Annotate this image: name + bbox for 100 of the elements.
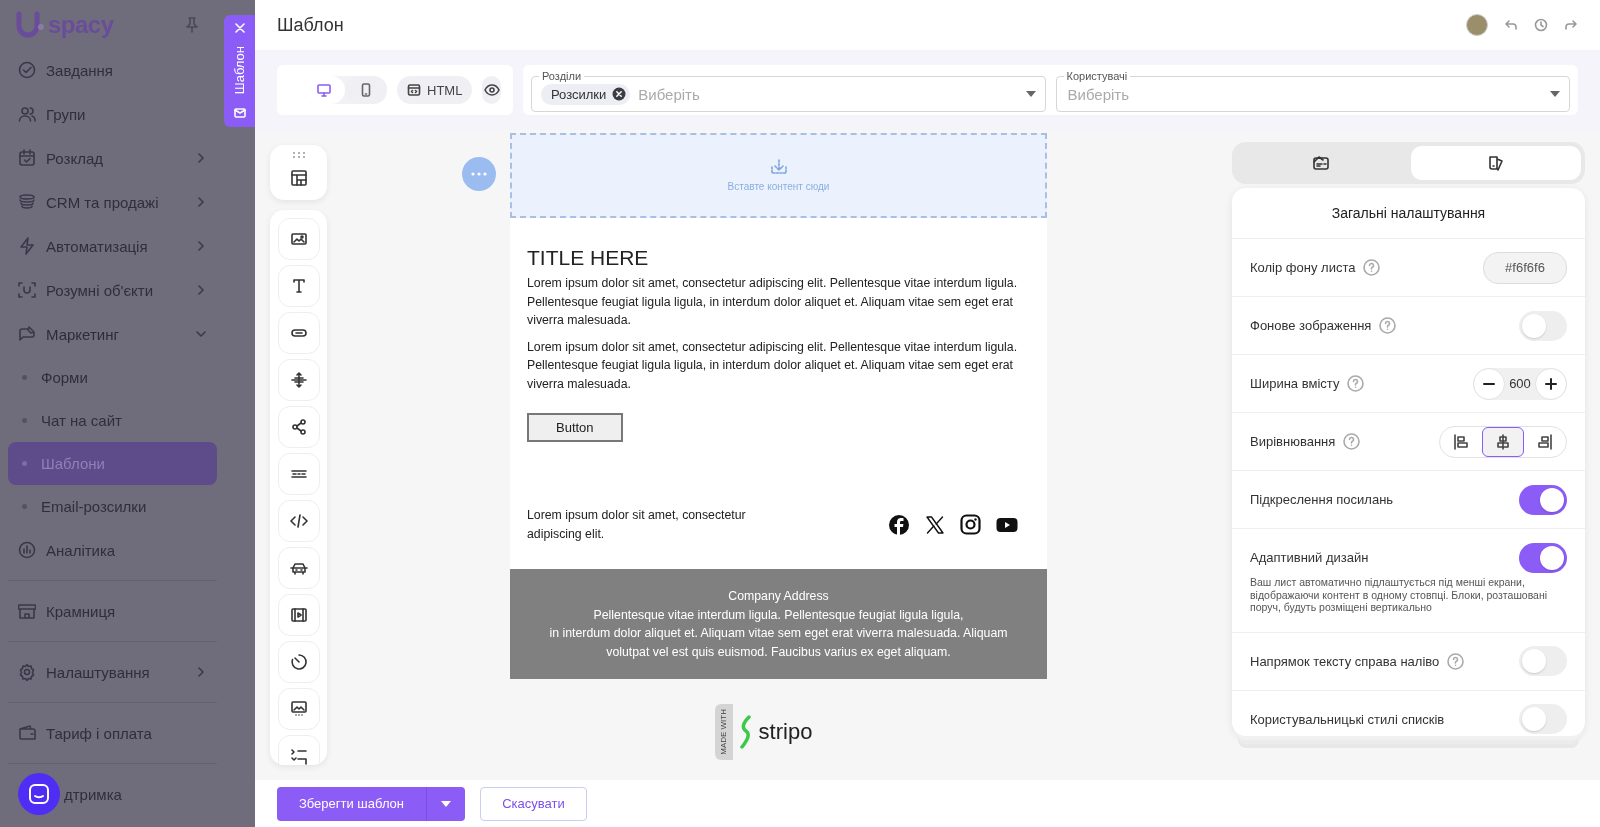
scan-frame-icon — [18, 281, 36, 299]
block-button[interactable] — [277, 547, 320, 589]
gallery-icon — [289, 700, 308, 718]
toggle-switch[interactable] — [1519, 542, 1567, 573]
setting-label: Напрямок тексту справа наліво — [1250, 653, 1440, 669]
sidebar-item[interactable]: Тариф і оплата — [8, 711, 217, 755]
block-button[interactable] — [277, 359, 320, 401]
field-label: Користувачі — [1063, 69, 1131, 83]
camera-icon[interactable] — [960, 514, 981, 535]
redo-icon[interactable] — [1564, 18, 1578, 32]
sidebar-item[interactable]: Аналітика — [8, 528, 217, 572]
layout-icon — [289, 169, 308, 187]
decrease-button[interactable] — [1473, 367, 1505, 400]
block-button[interactable] — [277, 641, 320, 683]
menu-label: Розумні об'єкти — [46, 281, 154, 299]
envelope-icon — [233, 107, 246, 119]
facebook-icon[interactable] — [888, 513, 910, 536]
email-title: TITLE HERE — [527, 246, 650, 270]
email-button[interactable]: Button — [527, 413, 623, 442]
eye-icon — [483, 82, 500, 98]
preview-button[interactable] — [482, 76, 501, 104]
people-icon — [18, 105, 36, 123]
chat-icon — [28, 783, 50, 805]
dropdown-caret-icon — [1550, 91, 1560, 97]
lightning-icon — [18, 237, 36, 255]
play-icon[interactable] — [996, 516, 1018, 533]
setting-label: Вирівнювання — [1250, 434, 1336, 449]
sidebar-item[interactable]: Автоматизація — [8, 224, 217, 268]
block-button[interactable] — [277, 218, 320, 260]
block-button[interactable] — [277, 735, 320, 765]
code-window-icon — [407, 83, 421, 97]
code-icon — [289, 512, 308, 530]
submenu-item[interactable]: Чат на сайт — [8, 399, 217, 442]
sidebar-item[interactable]: Крамниця — [8, 589, 217, 633]
badge-caption: MADE WITH — [719, 709, 729, 755]
block-button[interactable] — [277, 688, 320, 730]
wallet-icon — [18, 724, 36, 742]
submenu-item[interactable]: Email-розсилки — [8, 485, 217, 528]
made-with-badge[interactable]: MADE WITH stripo — [714, 704, 813, 760]
tag-chip[interactable]: Розсилки — [541, 83, 631, 105]
sidebar-item[interactable]: Розумні об'єкти — [8, 268, 217, 312]
menu-label: Тариф і оплата — [46, 724, 152, 742]
menu-label: Аналітика — [46, 541, 116, 559]
chat-edit-icon — [18, 325, 36, 343]
sidebar-item[interactable]: Розклад — [8, 136, 217, 180]
sidebar-item[interactable]: Маркетинг — [8, 312, 217, 356]
history-icon[interactable] — [1534, 18, 1548, 32]
menu-label: Автоматизація — [46, 237, 148, 255]
toggle-switch[interactable] — [1519, 484, 1567, 515]
sidebar-item[interactable]: Налаштування — [8, 650, 217, 694]
increase-button[interactable] — [1535, 367, 1567, 400]
menu-label: дтримка — [64, 785, 122, 803]
toggle-switch[interactable] — [1519, 310, 1567, 341]
remove-icon — [612, 87, 627, 101]
drop-zone[interactable]: Вставте контент сюди — [510, 133, 1047, 218]
select-input[interactable]: Виберіть — [636, 84, 1020, 104]
email-paragraph: Lorem ipsum dolor sit amet, consectetur adipiscing elit. Pellentesque vitae interdum ligula. Pellentesque feugiat ligula ligula, in interdum dolor aliquet et. Aliquam vitae sem eget erat viverra malesuada. — [527, 338, 1019, 393]
html-button[interactable]: HTML — [397, 76, 473, 104]
align-button[interactable] — [1482, 426, 1524, 457]
menu-label: Групи — [46, 105, 86, 123]
toggle-switch[interactable] — [1519, 704, 1567, 734]
block-button[interactable] — [277, 453, 320, 495]
brand-name: stripo — [758, 719, 813, 745]
sidebar-item[interactable]: Завдання — [8, 48, 217, 92]
setting-description: Ваш лист автоматично підлаштується під менші екрани, відображаючи контент в одному стовпці. Блоки, розташовані поруч, будуть розміщені вертикально — [1250, 576, 1549, 614]
align-right-icon — [1536, 432, 1554, 451]
close-icon — [234, 23, 245, 33]
page-title: Шаблон — [277, 14, 344, 36]
submenu-item[interactable]: Форми — [8, 356, 217, 399]
gear-icon — [18, 663, 36, 681]
setting-label: Підкреслення посилань — [1250, 492, 1394, 507]
menu-label: Налаштування — [46, 663, 150, 681]
image-icon — [289, 230, 308, 248]
sidebar-item[interactable]: Групи — [8, 92, 217, 136]
width-value: 600 — [1508, 376, 1532, 391]
align-left-icon — [1452, 432, 1470, 451]
sidebar-item[interactable]: CRM та продажі — [8, 180, 217, 224]
save-button[interactable]: Зберегти шаблон — [277, 786, 426, 821]
block-button[interactable] — [277, 406, 320, 448]
settings-title: Загальні налаштування — [1232, 188, 1585, 239]
x-logo-icon[interactable] — [925, 514, 945, 535]
caret-icon — [441, 800, 451, 807]
side-tab[interactable]: Шаблон — [224, 15, 255, 127]
sidebar-item[interactable]: дтримка — [8, 772, 217, 816]
setting-label: Фонове зображення — [1250, 318, 1372, 333]
bullet-icon — [22, 504, 27, 509]
color-field[interactable]: #f6f6f6 — [1483, 251, 1567, 284]
save-options-button[interactable] — [426, 786, 465, 821]
toggle-switch[interactable] — [1519, 646, 1567, 676]
block-button[interactable] — [277, 312, 320, 354]
email-paragraph: Lorem ipsum dolor sit amet, consectetur adipiscing elit. Pellentesque vitae interdum ligula. Pellentesque feugiat ligula ligula, in interdum dolor aliquet et. Aliquam vitae sem eget erat viverra malesuada. — [527, 275, 1019, 329]
calendar-icon — [18, 149, 36, 167]
address-title: Company Address — [727, 588, 830, 605]
undo-icon[interactable] — [1504, 18, 1518, 32]
avatar[interactable] — [1466, 14, 1488, 36]
cancel-button[interactable]: Скасувати — [480, 786, 587, 821]
block-button[interactable] — [277, 265, 320, 307]
block-button[interactable] — [277, 594, 320, 636]
bullet-icon — [22, 418, 27, 423]
chat-button[interactable] — [18, 773, 60, 815]
